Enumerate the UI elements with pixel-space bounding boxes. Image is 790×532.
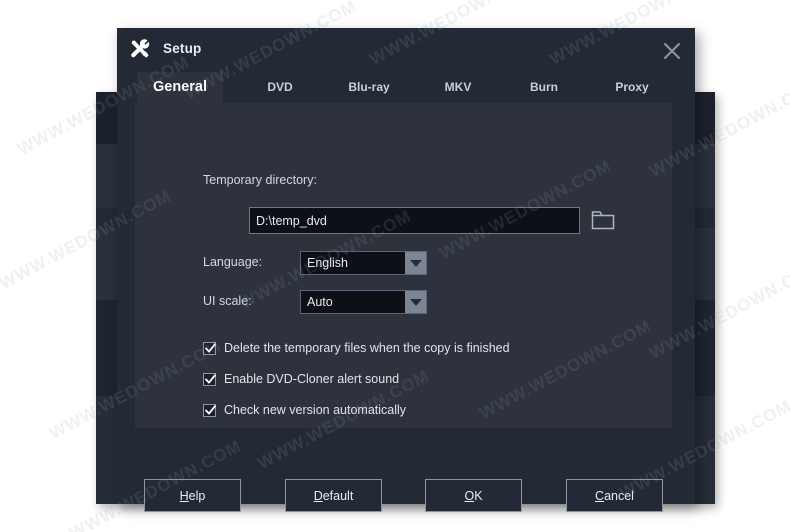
ui-scale-select[interactable]: Auto: [300, 290, 427, 314]
tab-mkv[interactable]: MKV: [421, 72, 495, 103]
checkbox-row-3[interactable]: Check new version automatically: [203, 403, 406, 417]
temp-directory-label: Temporary directory:: [203, 173, 317, 187]
tab-dvd[interactable]: DVD: [243, 72, 317, 103]
checkbox-row-1[interactable]: Delete the temporary files when the copy…: [203, 341, 510, 355]
cancel-button[interactable]: Cancel: [566, 479, 663, 512]
tab-burn[interactable]: Burn: [507, 72, 581, 103]
chevron-down-icon[interactable]: [405, 291, 426, 313]
setup-dialog: Setup General DVD Blu-ray MKV Burn Proxy Temp…: [117, 28, 695, 504]
language-label: Language:: [203, 255, 262, 269]
tab-blu-ray[interactable]: Blu-ray: [328, 72, 410, 103]
checkbox-label-2: Enable DVD-Cloner alert sound: [224, 372, 399, 386]
dialog-title-bar: Setup: [117, 28, 695, 72]
tab-proxy[interactable]: Proxy: [594, 72, 670, 103]
checkbox-1[interactable]: [203, 342, 216, 355]
help-button[interactable]: Help: [144, 479, 241, 512]
ui-scale-value: Auto: [301, 291, 405, 313]
ui-scale-label: UI scale:: [203, 294, 252, 308]
checkbox-row-2[interactable]: Enable DVD-Cloner alert sound: [203, 372, 399, 386]
checkbox-label-3: Check new version automatically: [224, 403, 406, 417]
checkbox-2[interactable]: [203, 373, 216, 386]
chevron-down-icon[interactable]: [405, 252, 426, 274]
close-icon[interactable]: [657, 36, 687, 66]
tab-general[interactable]: General: [137, 72, 223, 103]
general-tab-panel: Temporary directory: Language: English U…: [135, 103, 672, 428]
language-value: English: [301, 252, 405, 274]
checkbox-label-1: Delete the temporary files when the copy…: [224, 341, 510, 355]
folder-icon[interactable]: [591, 209, 615, 231]
language-select[interactable]: English: [300, 251, 427, 275]
tab-strip: General DVD Blu-ray MKV Burn Proxy: [117, 72, 695, 103]
temp-directory-input[interactable]: [249, 207, 580, 234]
tools-wrench-screwdriver-icon: [126, 36, 154, 64]
dialog-title: Setup: [163, 41, 202, 56]
ok-button[interactable]: OK: [425, 479, 522, 512]
checkbox-3[interactable]: [203, 404, 216, 417]
default-button[interactable]: Default: [285, 479, 382, 512]
